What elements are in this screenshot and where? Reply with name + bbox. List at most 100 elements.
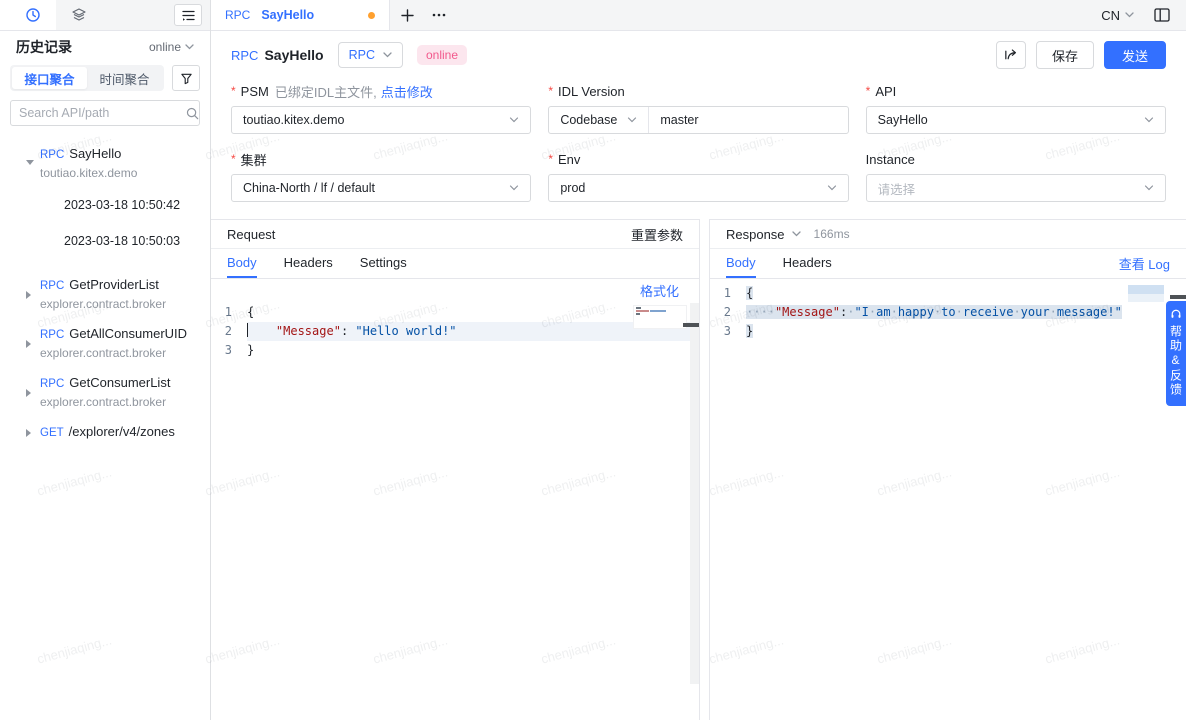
code-token: { [746,286,753,300]
field-env: * Env prod [548,150,848,202]
format-json-button[interactable]: 格式化 [640,284,679,299]
caret-down-icon[interactable] [26,160,34,165]
idl-branch-input[interactable] [649,107,847,133]
search-input[interactable] [19,106,180,120]
response-tab-body[interactable]: Body [726,249,756,278]
response-body-editor[interactable]: 1{2····"Message":·"I·am·happy·to·receive… [710,279,1186,720]
code-content: } [746,322,1186,341]
request-tab-body[interactable]: Body [227,249,257,278]
tab-collections[interactable] [56,0,102,30]
chevron-down-icon [627,117,637,123]
history-group[interactable]: RPCGetProviderListexplorer.contract.brok… [0,269,210,318]
history-entry[interactable]: 2023-03-18 10:50:03 [0,223,210,259]
request-editor-minimap[interactable] [634,306,686,328]
share-icon [1003,48,1018,62]
chevron-down-icon [1125,12,1134,18]
segment-group-by-time[interactable]: 时间聚合 [87,67,162,89]
code-line[interactable]: 3} [710,322,1186,341]
request-code: 1{2 "Message": "Hello world!"3} [211,303,699,360]
document-tab-bar: RPC SayHello CN [211,0,1186,31]
history-group[interactable]: GET/explorer/v4/zones [0,416,210,448]
language-select[interactable]: CN [1101,8,1134,23]
code-token: : [341,324,355,338]
history-group[interactable]: RPCGetConsumerListexplorer.contract.brok… [0,367,210,416]
response-scroll-thumb[interactable] [1170,295,1186,299]
code-token: :· [840,305,854,319]
field-idl-version: * IDL Version Codebase [548,82,848,134]
history-entry[interactable]: 2023-03-18 10:50:42 [0,187,210,223]
api-label: API [875,84,896,99]
panel-divider[interactable] [700,219,709,720]
collapse-sidebar-button[interactable] [174,4,202,26]
line-number: 2 [710,303,746,322]
app-window: 历史记录 online 接口聚合 时间聚合 [0,0,1186,720]
psm-edit-link[interactable]: 点击修改 [381,82,433,101]
psm-select[interactable]: toutiao.kitex.demo [231,106,531,134]
caret-right-icon[interactable] [26,291,31,299]
request-toolbar: RPC SayHello RPC online 保存 发送 [211,38,1186,72]
chevron-down-icon [509,117,519,123]
idl-source-select[interactable]: Codebase [549,107,649,133]
tab-history[interactable] [10,0,56,30]
env-select[interactable]: prod [548,174,848,202]
request-tab-headers[interactable]: Headers [284,249,333,278]
code-line[interactable]: 2····"Message":·"I·am·happy·to·receive·y… [710,303,1186,322]
sidebar-edge [0,0,10,30]
code-token: "Message" [775,305,840,319]
sidebar-title: 历史记录 [16,37,72,57]
cluster-select[interactable]: China-North / lf / default [231,174,531,202]
response-duration: 166ms [814,227,850,241]
field-instance: Instance 请选择 [866,150,1166,202]
api-name-label: GetConsumerList [69,375,170,390]
api-name-label: SayHello [69,146,121,161]
segment-group-by-api[interactable]: 接口聚合 [12,67,87,89]
tab-rpc-sayhello[interactable]: RPC SayHello [211,0,390,30]
line-number: 3 [710,322,746,341]
ellipsis-icon [432,13,446,17]
unsaved-dot [368,12,375,19]
request-scroll-thumb[interactable] [683,323,699,327]
history-sidebar: 历史记录 online 接口聚合 时间聚合 [0,0,211,720]
code-line[interactable]: 1{ [211,303,699,322]
request-type-select[interactable]: RPC [338,42,403,68]
status-badge: online [417,45,467,65]
caret-right-icon[interactable] [26,429,31,437]
filter-button[interactable] [172,65,200,91]
view-log-link[interactable]: 查看 Log [1119,249,1170,278]
chevron-down-icon [1144,117,1154,123]
code-line[interactable]: 2 "Message": "Hello world!" [211,322,699,341]
new-tab-button[interactable] [390,0,424,30]
code-line[interactable]: 1{ [710,284,1186,303]
request-tab-settings[interactable]: Settings [360,249,407,278]
response-editor-minimap[interactable] [1128,285,1164,294]
response-minimap-slider[interactable] [1128,294,1164,302]
history-group[interactable]: RPCGetAllConsumerUIDexplorer.contract.br… [0,318,210,367]
required-star: * [231,84,236,98]
request-editor-scrollbar[interactable] [690,303,699,684]
code-content: { [247,303,699,322]
split-layout-icon[interactable] [1154,8,1170,22]
help-feedback-button[interactable]: 帮助&反馈 [1166,301,1186,406]
plus-icon [401,9,414,22]
request-body-editor[interactable]: 格式化 1{2 "Message": "Hello world!"3} [211,279,699,720]
response-tab-headers[interactable]: Headers [783,249,832,278]
history-list: RPCSayHellotoutiao.kitex.demo2023-03-18 … [0,132,210,720]
response-panel-title[interactable]: Response [726,227,785,242]
save-button[interactable]: 保存 [1036,41,1094,69]
instance-select[interactable]: 请选择 [866,174,1166,202]
caret-right-icon[interactable] [26,389,31,397]
required-star: * [548,152,553,166]
reset-params-button[interactable]: 重置参数 [631,225,683,244]
history-env-filter[interactable]: online [149,40,194,54]
code-line[interactable]: 3} [211,341,699,360]
tab-overflow-button[interactable] [424,0,454,30]
service-label: toutiao.kitex.demo [40,166,202,180]
caret-right-icon[interactable] [26,340,31,348]
psm-label: PSM [241,84,269,99]
share-button[interactable] [996,41,1026,69]
api-select[interactable]: SayHello [866,106,1166,134]
history-group-title: GET/explorer/v4/zones [40,423,202,441]
send-button[interactable]: 发送 [1104,41,1166,69]
code-content: } [247,341,699,360]
history-group[interactable]: RPCSayHellotoutiao.kitex.demo [0,138,210,187]
